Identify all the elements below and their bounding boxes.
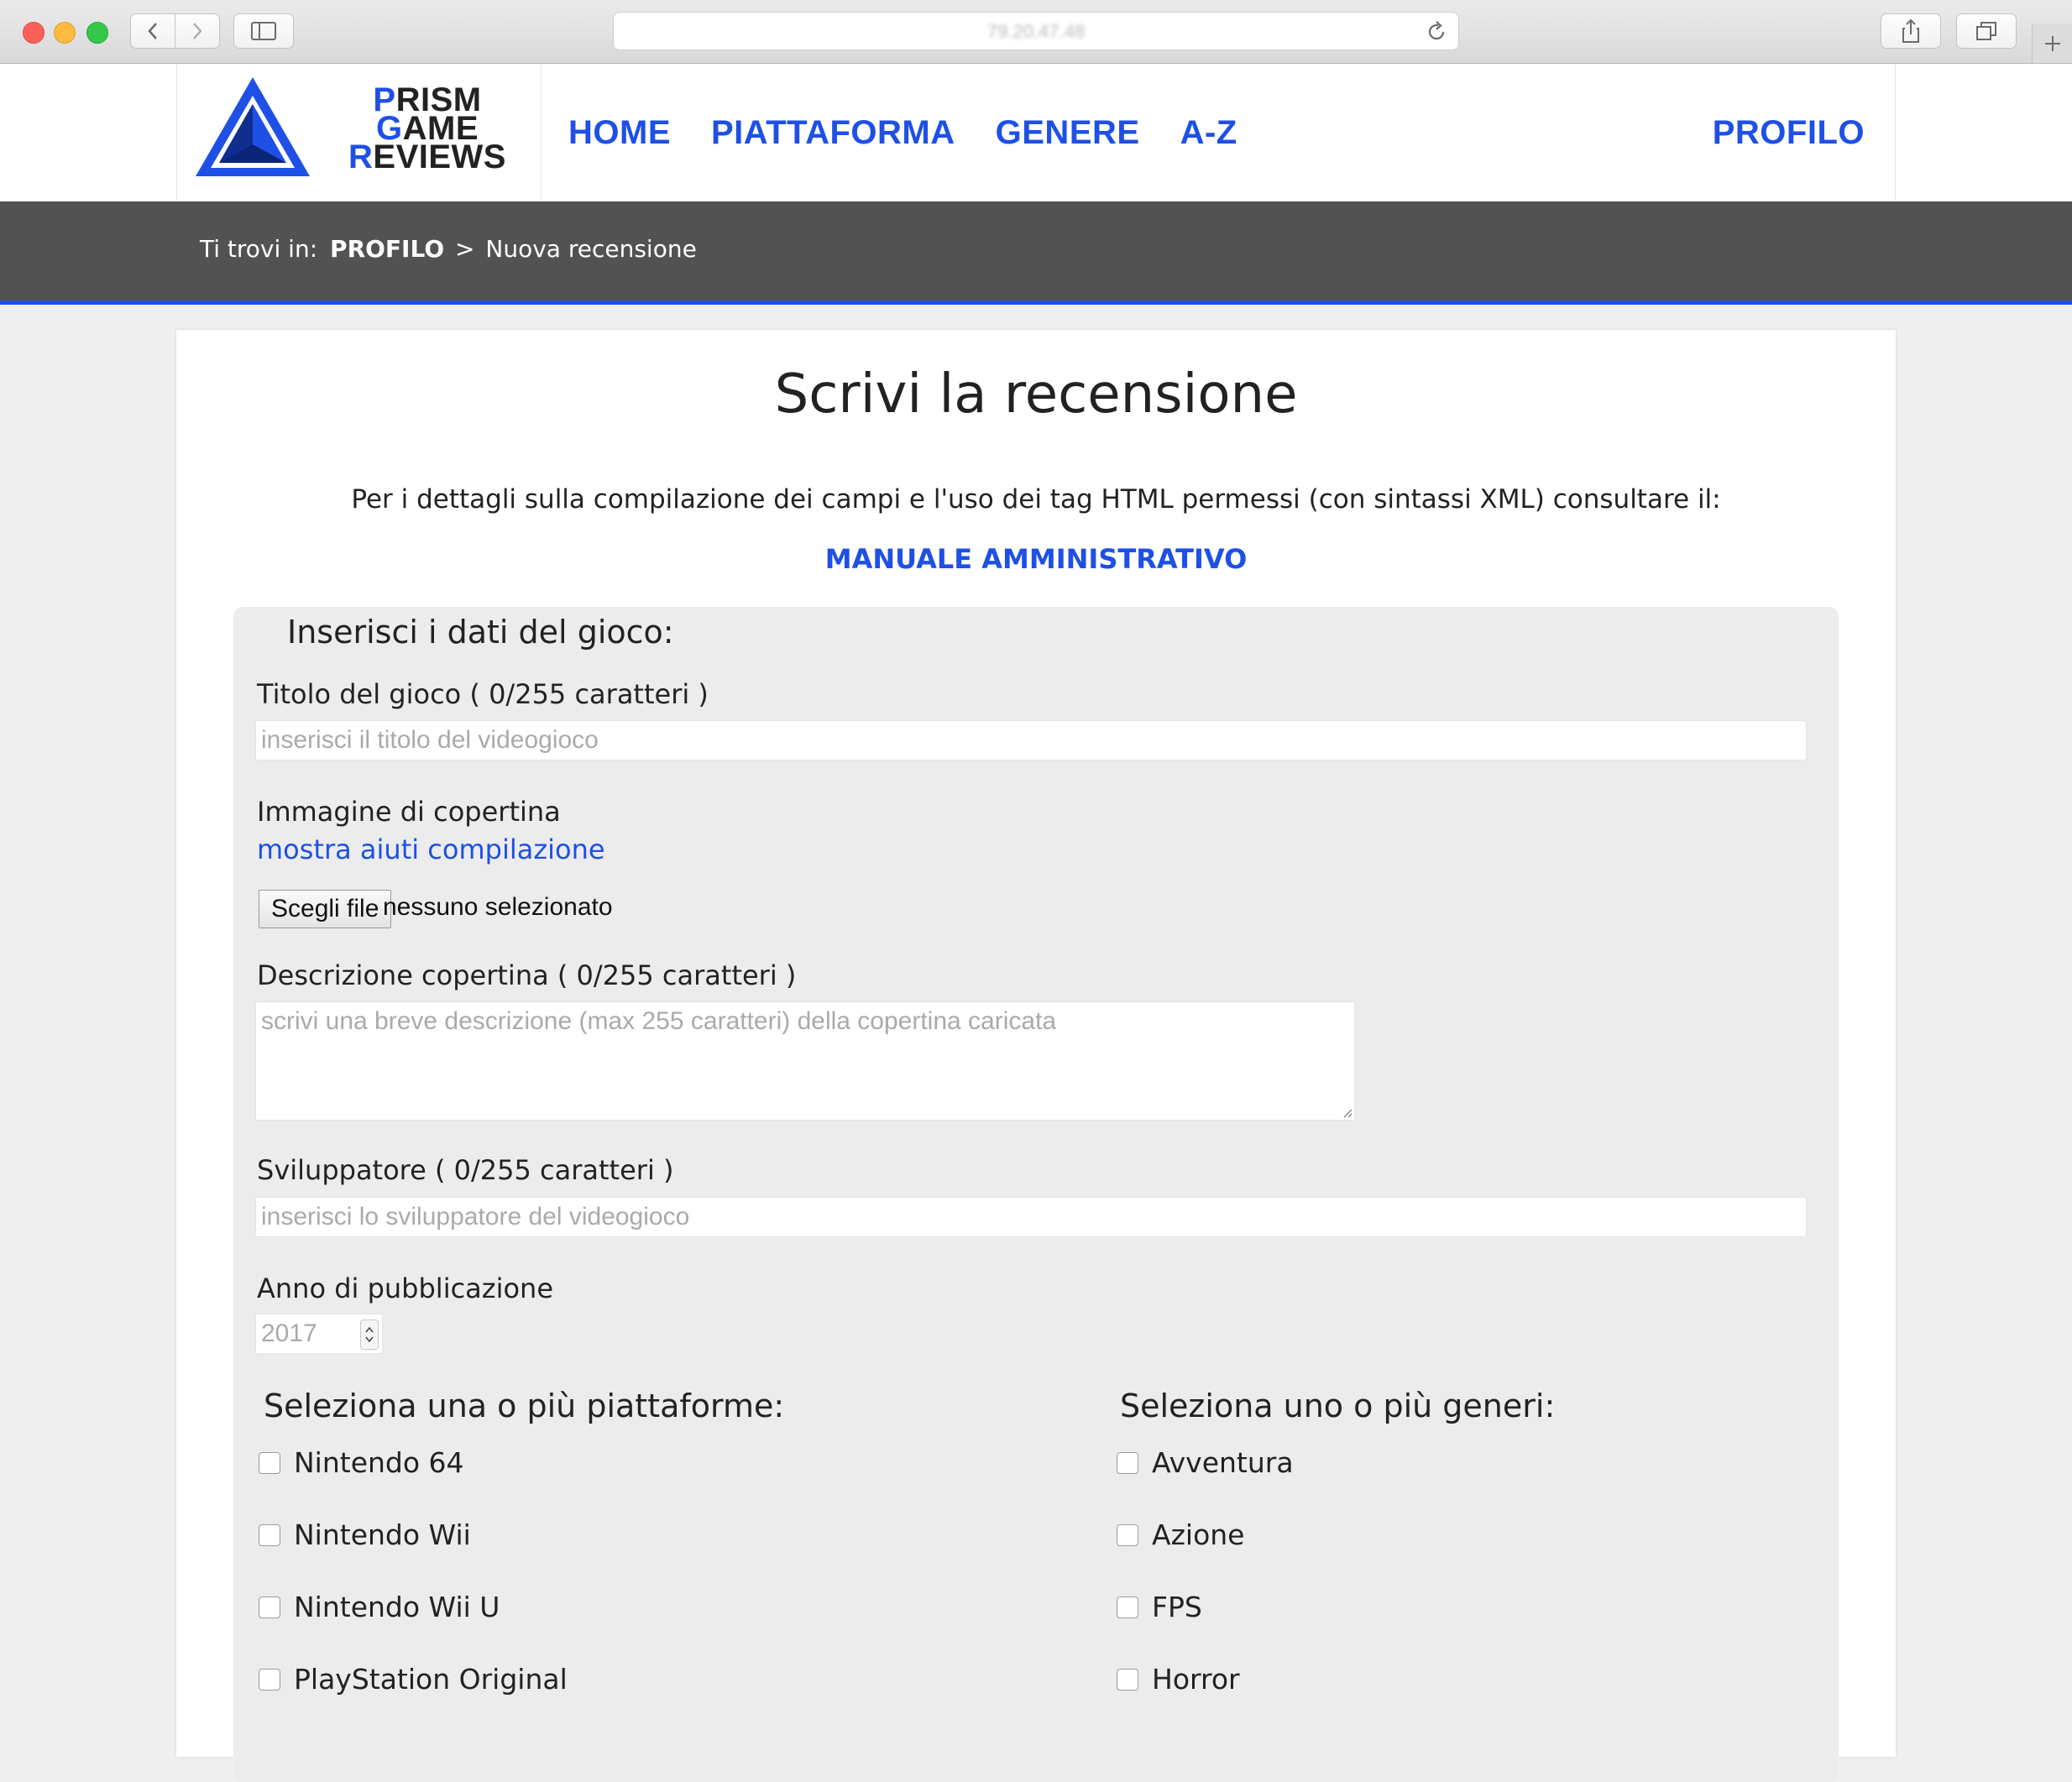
profile-nav: PROFILO — [1713, 64, 1865, 201]
checkbox[interactable] — [1117, 1452, 1138, 1474]
title-label: Titolo del gioco ( 0/255 caratteri ) — [257, 678, 709, 710]
content-card: Scrivi la recensione Per i dettagli sull… — [176, 330, 1896, 1782]
nav-genere[interactable]: GENERE — [996, 114, 1140, 152]
cover-description-label: Descrizione copertina ( 0/255 caratteri … — [257, 959, 797, 991]
checkbox[interactable] — [259, 1452, 280, 1474]
breadcrumb-separator: > — [455, 235, 475, 263]
checkbox[interactable] — [259, 1524, 280, 1546]
resize-grip-icon[interactable] — [1341, 1106, 1353, 1118]
platforms-list: Nintendo 64 Nintendo Wii Nintendo Wii U … — [259, 1446, 568, 1735]
chevron-left-icon — [148, 23, 157, 39]
nav-a-z[interactable]: A-Z — [1180, 114, 1237, 152]
share-icon — [1902, 18, 1919, 43]
platform-item[interactable]: Nintendo Wii — [259, 1518, 568, 1591]
plus-icon — [2045, 35, 2060, 51]
reload-icon[interactable] — [1426, 21, 1447, 46]
tabs-overview-button[interactable] — [1956, 13, 2017, 49]
site-header: PRISM GAME REVIEWS HOME PIATTAFORMA GENE… — [0, 64, 2072, 201]
cover-help-link[interactable]: mostra aiuti compilazione — [257, 834, 605, 865]
genre-label: Azione — [1152, 1518, 1245, 1551]
breadcrumb-current: Nuova recensione — [485, 235, 697, 263]
year-input[interactable]: 2017 — [255, 1314, 383, 1354]
platform-label: Nintendo Wii U — [294, 1591, 500, 1623]
back-forward-group — [130, 13, 220, 49]
sidebar-icon — [251, 22, 276, 40]
nav-profilo[interactable]: PROFILO — [1713, 114, 1865, 152]
platform-item[interactable]: Nintendo 64 — [259, 1446, 568, 1518]
new-tab-button[interactable] — [2032, 24, 2072, 63]
genres-list: Avventura Azione FPS Horror — [1117, 1446, 1294, 1735]
game-data-fieldset: Inserisci i dati del gioco: Titolo del g… — [233, 607, 1839, 1782]
year-label: Anno di pubblicazione — [257, 1272, 554, 1304]
platform-label: Nintendo 64 — [294, 1446, 464, 1479]
platform-item[interactable]: PlayStation Original — [259, 1663, 568, 1735]
fieldset-legend: Inserisci i dati del gioco: — [287, 614, 674, 651]
genre-label: FPS — [1152, 1591, 1202, 1623]
intro-text: Per i dettagli sulla compilazione dei ca… — [351, 484, 1721, 515]
genre-label: Avventura — [1152, 1446, 1294, 1479]
manual-link[interactable]: MANUALE AMMINISTRATIVO — [176, 543, 1896, 575]
prism-logo-icon — [196, 77, 310, 176]
genre-item[interactable]: Avventura — [1117, 1446, 1294, 1518]
breadcrumb: Ti trovi in: PROFILO > Nuova recensione — [200, 235, 697, 263]
developer-input[interactable]: inserisci lo sviluppatore del videogioco — [255, 1197, 1807, 1237]
minimize-window-button[interactable] — [54, 22, 76, 44]
cover-description-placeholder: scrivi una breve descrizione (max 255 ca… — [261, 1007, 1057, 1035]
breadcrumb-bar: Ti trovi in: PROFILO > Nuova recensione — [0, 201, 2072, 305]
year-stepper[interactable] — [360, 1320, 379, 1350]
forward-button[interactable] — [175, 21, 219, 41]
chevron-right-icon — [193, 23, 202, 39]
genre-item[interactable]: Azione — [1117, 1518, 1294, 1591]
nav-piattaforma[interactable]: PIATTAFORMA — [711, 114, 955, 152]
browser-toolbar: 79.20.47.48 — [0, 0, 2072, 64]
checkbox[interactable] — [259, 1669, 280, 1691]
header-inner: PRISM GAME REVIEWS HOME PIATTAFORMA GENE… — [176, 64, 1896, 201]
main-nav: HOME PIATTAFORMA GENERE A-Z — [568, 64, 1278, 201]
share-button[interactable] — [1881, 13, 1941, 49]
checkbox[interactable] — [1117, 1669, 1138, 1691]
stepper-arrows-icon — [365, 1326, 374, 1343]
cover-label: Immagine di copertina — [257, 796, 561, 828]
page-title: Scrivi la recensione — [774, 363, 1298, 426]
nav-home[interactable]: HOME — [568, 114, 671, 152]
checkbox[interactable] — [1117, 1596, 1138, 1618]
choose-file-button[interactable]: Scegli file — [259, 890, 392, 928]
tabs-icon — [1976, 22, 1996, 40]
sidebar-toggle-button[interactable] — [233, 13, 294, 49]
platform-label: Nintendo Wii — [294, 1518, 471, 1551]
close-window-button[interactable] — [23, 22, 44, 44]
zoom-window-button[interactable] — [86, 22, 108, 44]
genre-label: Horror — [1152, 1663, 1240, 1696]
platform-item[interactable]: Nintendo Wii U — [259, 1591, 568, 1663]
checkbox[interactable] — [259, 1596, 280, 1618]
platforms-title: Seleziona una o più piattaforme: — [264, 1387, 785, 1424]
checkbox[interactable] — [1117, 1524, 1138, 1546]
breadcrumb-link-profilo[interactable]: PROFILO — [330, 235, 444, 263]
genre-item[interactable]: Horror — [1117, 1663, 1294, 1735]
back-button[interactable] — [131, 14, 175, 48]
logo-text: PRISM GAME REVIEWS — [348, 81, 506, 175]
title-input[interactable]: inserisci il titolo del videogioco — [255, 720, 1807, 760]
address-bar[interactable]: 79.20.47.48 — [613, 12, 1459, 50]
file-status: nessuno selezionato — [383, 893, 613, 921]
platform-label: PlayStation Original — [294, 1663, 568, 1696]
url-text: 79.20.47.48 — [986, 21, 1086, 42]
year-value: 2017 — [261, 1320, 317, 1347]
developer-label: Sviluppatore ( 0/255 caratteri ) — [257, 1154, 674, 1186]
logo[interactable]: PRISM GAME REVIEWS — [177, 64, 542, 201]
cover-description-textarea[interactable]: scrivi una breve descrizione (max 255 ca… — [255, 1001, 1355, 1121]
breadcrumb-prefix: Ti trovi in: — [200, 235, 318, 263]
genre-item[interactable]: FPS — [1117, 1591, 1294, 1663]
genres-title: Seleziona uno o più generi: — [1120, 1387, 1556, 1424]
